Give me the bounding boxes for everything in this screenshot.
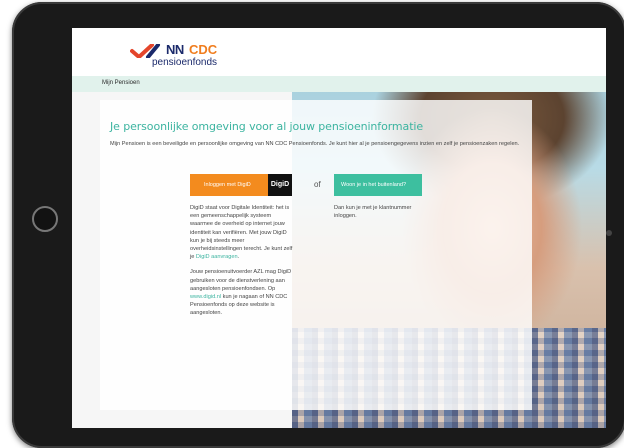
digid-info-text-1: DigiD staat voor Digitale Identiteit: he… — [190, 205, 293, 261]
digid-info-end-1: . — [237, 254, 240, 261]
digid-info: DigiD staat voor Digitale Identiteit: he… — [190, 204, 294, 325]
screen: NN CDC pensioenfonds Mijn Pensioen Je pe… — [72, 28, 606, 428]
home-button[interactable] — [32, 206, 58, 232]
abroad-info: Dan kun je met je klantnummer inloggen. — [334, 205, 412, 220]
check-logo-icon — [130, 44, 160, 58]
digid-info-paragraph-1: DigiD staat voor Digitale Identiteit: he… — [190, 204, 294, 261]
site-header: NN CDC pensioenfonds — [72, 28, 606, 76]
logo-nn: NN — [166, 42, 184, 57]
page-title: Je persoonlijke omgeving voor al jouw pe… — [110, 120, 424, 133]
camera-icon — [606, 230, 612, 236]
intro-text: Mijn Pensioen is een beveiligde en perso… — [110, 141, 520, 147]
digid-info-text-2: Jouw pensioenuitvoerder AZL mag DigiD ge… — [190, 269, 292, 292]
digid-website-link[interactable]: www.digid.nl — [190, 294, 221, 300]
logo-cdc: CDC — [189, 42, 218, 57]
logo-subtitle: pensioenfonds — [152, 57, 218, 68]
digid-logo-icon: DigiD — [268, 174, 292, 196]
or-text: of — [314, 180, 321, 189]
digid-request-link[interactable]: DigiD aanvragen — [196, 254, 238, 260]
live-abroad-label: Woon je in het buitenland? — [341, 182, 407, 188]
nav-item-mijn-pensioen[interactable]: Mijn Pensioen — [102, 80, 140, 86]
digid-info-paragraph-2: Jouw pensioenuitvoerder AZL mag DigiD ge… — [190, 268, 294, 317]
login-digid-label: Inloggen met DigiD — [204, 182, 251, 188]
tablet-frame: NN CDC pensioenfonds Mijn Pensioen Je pe… — [12, 2, 624, 448]
content-panel: Je persoonlijke omgeving voor al jouw pe… — [100, 100, 532, 410]
live-abroad-button[interactable]: Woon je in het buitenland? — [334, 174, 422, 196]
login-digid-button[interactable]: Inloggen met DigiD DigiD — [190, 174, 292, 196]
nav-bar: Mijn Pensioen — [72, 76, 606, 92]
site-logo[interactable]: NN CDC pensioenfonds — [130, 42, 250, 72]
